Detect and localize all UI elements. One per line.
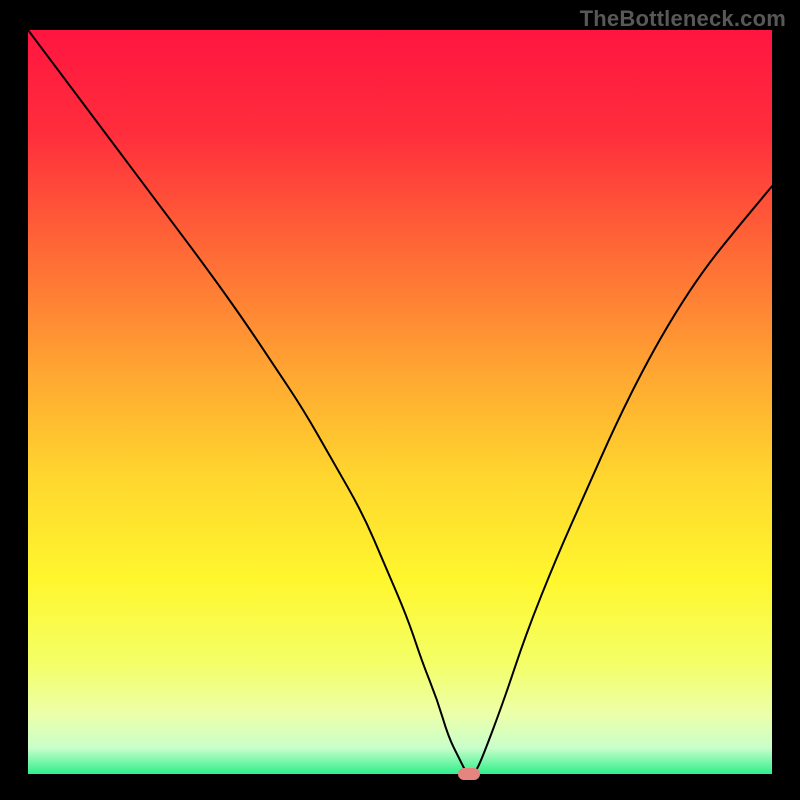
plot-area [28, 30, 772, 774]
bottleneck-curve [28, 30, 772, 774]
curve-layer [28, 30, 772, 774]
optimal-point-marker [458, 768, 480, 780]
chart-root: TheBottleneck.com [0, 0, 800, 800]
watermark-text: TheBottleneck.com [580, 6, 786, 32]
